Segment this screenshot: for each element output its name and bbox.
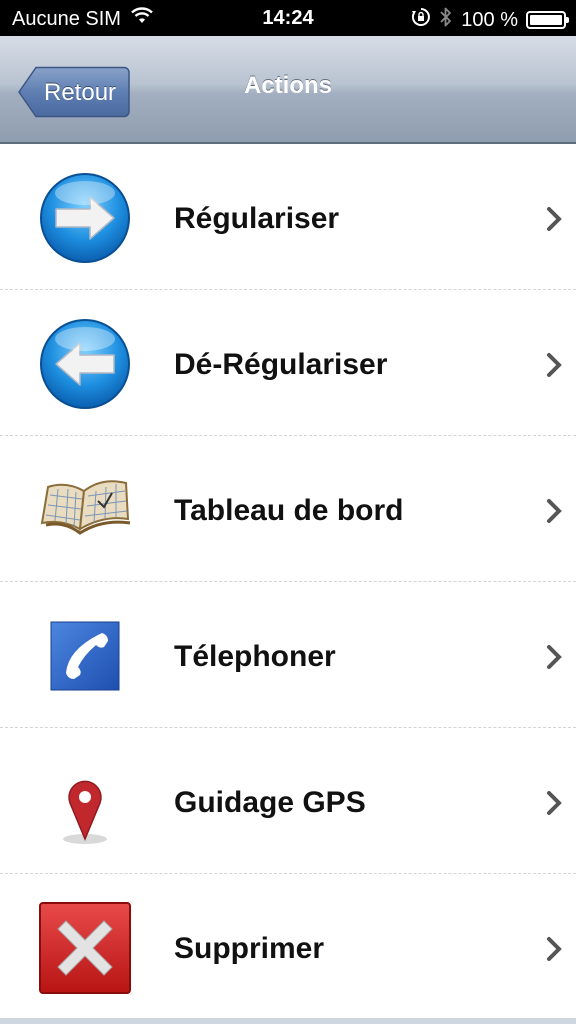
chevron-right-icon bbox=[547, 353, 562, 377]
list-item-label: Tableau de bord bbox=[174, 494, 404, 527]
list-item-label: Guidage GPS bbox=[174, 786, 366, 819]
battery-percent: 100 % bbox=[461, 8, 518, 31]
navigation-bar: Retour Actions bbox=[0, 36, 576, 144]
bottom-edge bbox=[0, 1018, 576, 1024]
status-right: 100 % bbox=[403, 6, 569, 34]
list-item-guidage-gps[interactable]: Guidage GPS bbox=[0, 728, 576, 874]
battery-icon bbox=[526, 11, 569, 29]
arrow-left-icon bbox=[38, 317, 132, 411]
list-item-supprimer[interactable]: Supprimer bbox=[0, 874, 576, 1020]
list-item-label: Télephoner bbox=[174, 640, 336, 673]
chevron-right-icon bbox=[547, 207, 562, 231]
phone-icon bbox=[38, 609, 132, 703]
list-item-label: Régulariser bbox=[174, 202, 340, 235]
map-pin-icon bbox=[38, 755, 132, 849]
list-item-tableau-de-bord[interactable]: Tableau de bord bbox=[0, 436, 576, 582]
chevron-right-icon bbox=[547, 499, 562, 523]
list-item-label: Supprimer bbox=[174, 932, 325, 965]
list-item-telephoner[interactable]: Télephoner bbox=[0, 582, 576, 728]
chevron-right-icon bbox=[547, 937, 562, 961]
chevron-right-icon bbox=[547, 645, 562, 669]
list-item-regulariser[interactable]: Régulariser bbox=[0, 144, 576, 290]
delete-x-icon bbox=[38, 901, 132, 995]
status-bar: Aucune SIM 14:24 100 % bbox=[0, 0, 576, 36]
page-title: Actions bbox=[243, 72, 332, 99]
actions-list: Régulariser Dé-Régulariser Tableau de bo… bbox=[0, 144, 576, 1020]
map-book-icon bbox=[38, 463, 132, 557]
orientation-lock-icon bbox=[411, 7, 431, 33]
list-item-de-regulariser[interactable]: Dé-Régulariser bbox=[0, 290, 576, 436]
bluetooth-icon bbox=[439, 6, 453, 34]
chevron-right-icon bbox=[547, 791, 562, 815]
list-item-label: Dé-Régulariser bbox=[174, 348, 388, 381]
arrow-right-icon bbox=[38, 171, 132, 265]
